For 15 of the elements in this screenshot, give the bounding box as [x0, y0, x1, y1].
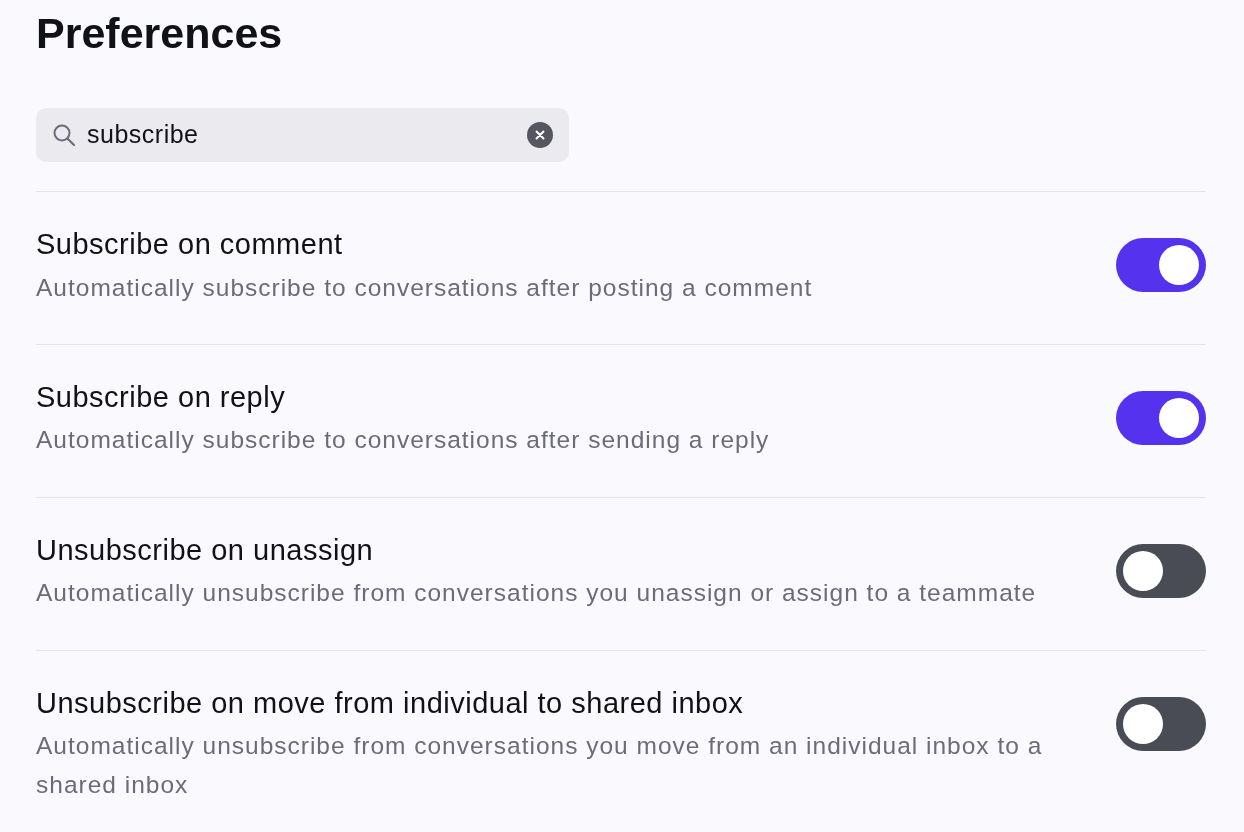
toggle-switch[interactable] — [1116, 543, 1206, 598]
setting-description: Automatically subscribe to conversations after sending a reply — [36, 425, 770, 456]
page-title: Preferences — [36, 8, 284, 59]
setting-title: Subscribe on reply — [36, 379, 287, 415]
setting-title: Subscribe on comment — [36, 226, 344, 262]
search-field[interactable]: subscribe — [36, 107, 569, 162]
toggle-switch[interactable] — [1116, 696, 1206, 751]
setting-title: Unsubscribe on move from individual to shared inbox — [36, 685, 745, 721]
close-icon — [535, 129, 545, 140]
toggle-switch[interactable] — [1116, 237, 1206, 292]
setting-description: Automatically subscribe to conversations after posting a comment — [36, 272, 813, 303]
setting-description: Automatically unsubscribe from conversations you unassign or assign to a teammate — [36, 578, 1037, 609]
setting-description: Automatically unsubscribe from conversations you move from an individual inbox to a shared inbox — [36, 731, 1044, 801]
setting-title: Unsubscribe on unassign — [36, 532, 375, 568]
toggle-switch[interactable] — [1116, 390, 1206, 445]
